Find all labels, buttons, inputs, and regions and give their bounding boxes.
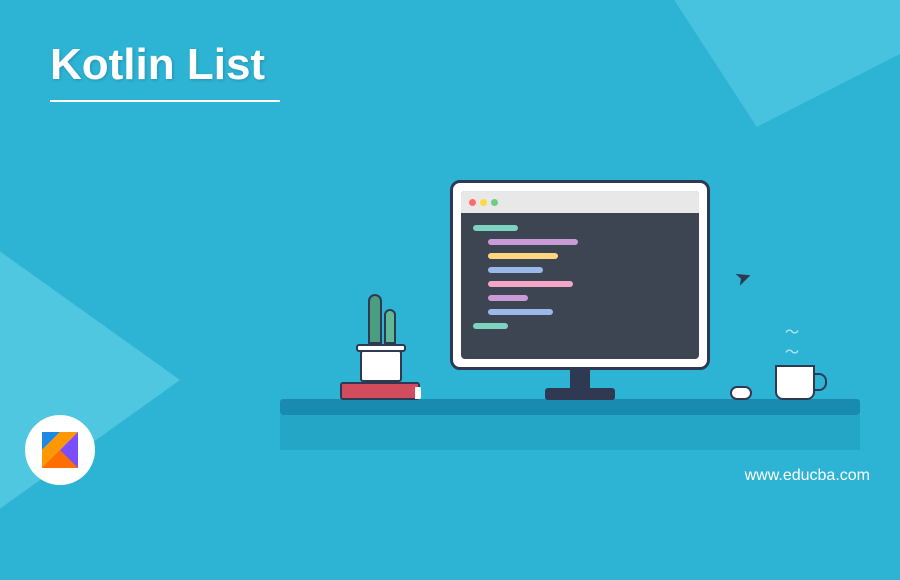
title-underline	[50, 100, 280, 102]
plant-pot	[360, 350, 402, 382]
steam-icon: 〜〜	[785, 322, 799, 362]
window-close-dot	[469, 199, 476, 206]
monitor	[450, 180, 710, 370]
cursor-icon: ➤	[731, 263, 755, 292]
page-title: Kotlin List	[50, 40, 265, 90]
cactus-short	[384, 309, 396, 344]
code-line	[488, 309, 553, 315]
book-illustration	[340, 382, 420, 400]
kotlin-logo-badge	[25, 415, 95, 485]
kotlin-logo-icon	[40, 430, 80, 470]
code-line	[488, 295, 528, 301]
plant-rim	[356, 344, 406, 352]
mouse-illustration	[730, 386, 752, 400]
code-line	[488, 239, 578, 245]
cactus-tall	[368, 294, 382, 344]
code-line	[488, 253, 558, 259]
window-maximize-dot	[491, 199, 498, 206]
code-line	[488, 281, 573, 287]
desk	[280, 399, 860, 415]
website-url: www.educba.com	[745, 467, 870, 485]
desk-shadow	[280, 415, 860, 450]
window-minimize-dot	[480, 199, 487, 206]
code-editor	[461, 213, 699, 349]
browser-bar	[461, 191, 699, 213]
decorative-triangle-left	[0, 180, 180, 580]
code-line	[473, 225, 518, 231]
code-line	[473, 323, 508, 329]
code-line	[488, 267, 543, 273]
screen	[461, 191, 699, 359]
coffee-cup	[775, 365, 815, 400]
decorative-triangle-top	[564, 0, 900, 179]
